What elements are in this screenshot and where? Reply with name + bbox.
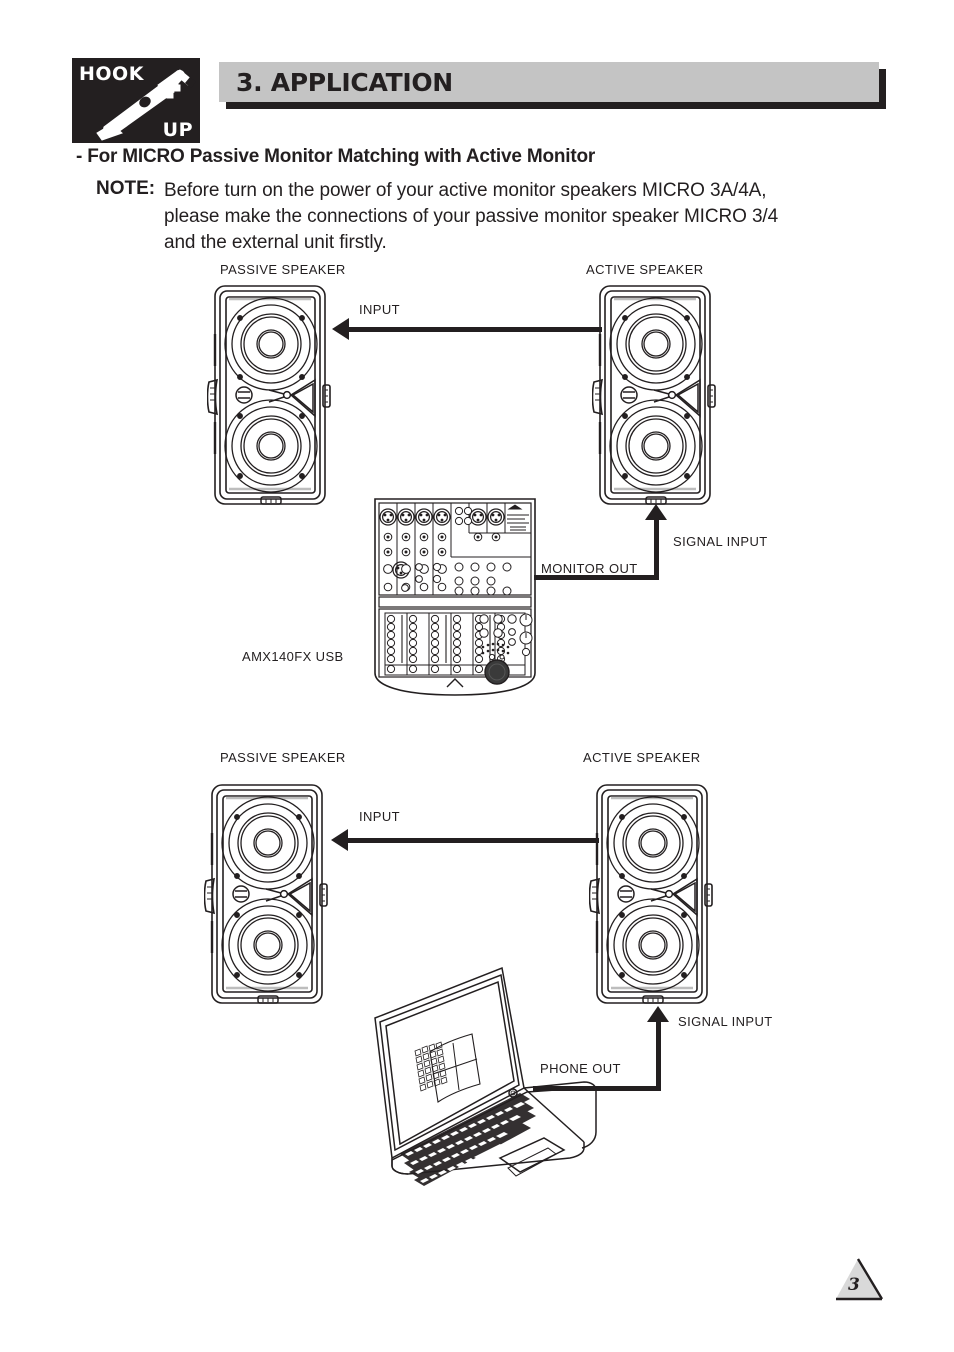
manual-page: HOOK UP 3. APPLICATION - For MICRO Passi… bbox=[0, 0, 954, 1352]
page-number-badge: 3 bbox=[832, 1255, 888, 1303]
diagram2-passive-speaker-label: PASSIVE SPEAKER bbox=[220, 750, 346, 765]
diagram2-phone-out-wire-horizontal bbox=[533, 1086, 661, 1091]
diagram2-input-arrowhead bbox=[331, 829, 348, 851]
diagram-laptop-setup: PASSIVE SPEAKER ACTIVE SPEAKER INPUT PHO… bbox=[0, 0, 954, 1186]
diagram2-laptop bbox=[312, 962, 602, 1202]
diagram2-active-speaker-label: ACTIVE SPEAKER bbox=[583, 750, 701, 765]
windows-logo-icon bbox=[414, 1041, 448, 1092]
laptop-computer-icon bbox=[374, 966, 597, 1186]
studio-monitor-speaker-icon bbox=[588, 784, 713, 1004]
diagram2-active-speaker bbox=[588, 781, 717, 1014]
page-number-triangle-icon bbox=[836, 1258, 884, 1301]
diagram1-mixer-label: AMX140FX USB bbox=[242, 649, 344, 664]
diagram2-phone-out-wire-vertical bbox=[656, 1022, 661, 1091]
page-number: 3 bbox=[848, 1275, 860, 1295]
diagram2-input-label: INPUT bbox=[359, 809, 400, 824]
diagram2-input-wire bbox=[348, 838, 599, 843]
diagram2-signal-input-label: SIGNAL INPUT bbox=[678, 1014, 773, 1029]
diagram2-signal-input-arrowhead bbox=[647, 1006, 669, 1022]
